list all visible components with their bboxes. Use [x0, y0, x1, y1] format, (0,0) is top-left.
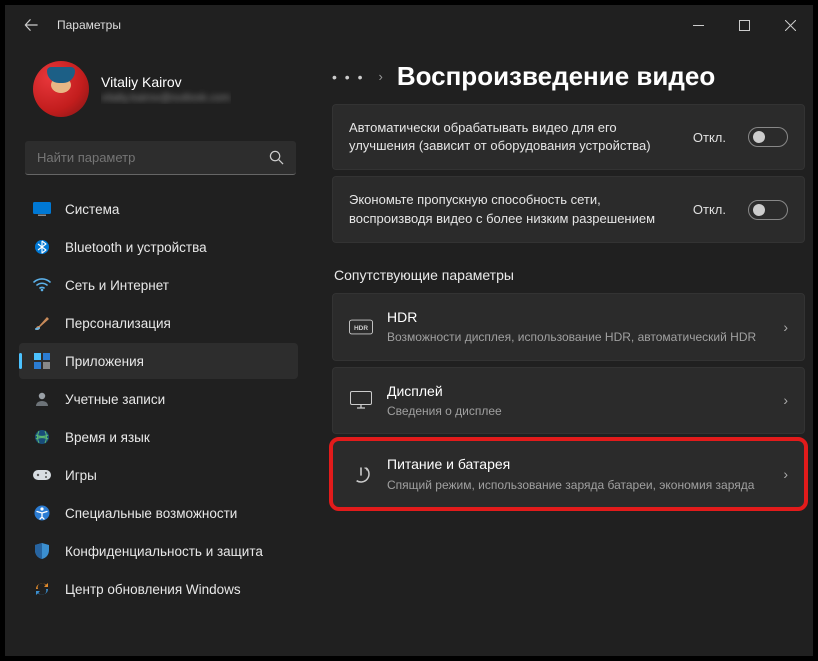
- sidebar-item-network[interactable]: Сеть и Интернет: [19, 267, 298, 303]
- bluetooth-icon: [33, 238, 51, 256]
- breadcrumb: • • • › Воспроизведение видео: [332, 61, 805, 92]
- titlebar: Параметры: [5, 5, 813, 45]
- sidebar-item-label: Персонализация: [65, 316, 171, 331]
- related-settings-heading: Сопутствующие параметры: [334, 267, 805, 283]
- chevron-right-icon: ›: [783, 319, 788, 335]
- sidebar-item-gaming[interactable]: Игры: [19, 457, 298, 493]
- sidebar-item-windows-update[interactable]: Центр обновления Windows: [19, 571, 298, 607]
- sidebar-item-label: Учетные записи: [65, 392, 165, 407]
- sidebar-item-accounts[interactable]: Учетные записи: [19, 381, 298, 417]
- related-item-title: Питание и батарея: [387, 455, 769, 475]
- related-item-subtitle: Сведения о дисплее: [387, 403, 769, 419]
- sidebar-item-bluetooth[interactable]: Bluetooth и устройства: [19, 229, 298, 265]
- sidebar: Vitaliy Kairov vitaliy.kairov@outlook.co…: [5, 45, 310, 656]
- search-box[interactable]: [25, 141, 296, 175]
- minimize-button[interactable]: [675, 5, 721, 45]
- sidebar-item-system[interactable]: Система: [19, 191, 298, 227]
- apps-icon: [33, 352, 51, 370]
- close-icon: [785, 20, 796, 31]
- toggle-state-label: Откл.: [693, 130, 726, 145]
- display-icon: [33, 200, 51, 218]
- related-display[interactable]: Дисплей Сведения о дисплее ›: [332, 367, 805, 435]
- shield-icon: [33, 542, 51, 560]
- search-icon: [269, 150, 284, 165]
- close-button[interactable]: [767, 5, 813, 45]
- maximize-button[interactable]: [721, 5, 767, 45]
- sidebar-item-label: Bluetooth и устройства: [65, 240, 207, 255]
- sidebar-item-label: Сеть и Интернет: [65, 278, 169, 293]
- chevron-right-icon: ›: [378, 69, 382, 84]
- back-button[interactable]: [21, 15, 41, 35]
- related-power-battery[interactable]: Питание и батарея Спящий режим, использо…: [332, 440, 805, 508]
- user-profile[interactable]: Vitaliy Kairov vitaliy.kairov@outlook.co…: [5, 53, 310, 133]
- arrow-left-icon: [24, 18, 38, 32]
- related-item-subtitle: Возможности дисплея, использование HDR, …: [387, 329, 769, 345]
- chevron-right-icon: ›: [783, 466, 788, 482]
- setting-low-res-video: Экономьте пропускную способность сети, в…: [332, 176, 805, 242]
- sidebar-item-personalization[interactable]: Персонализация: [19, 305, 298, 341]
- wifi-icon: [33, 276, 51, 294]
- setting-auto-enhance-video: Автоматически обрабатывать видео для его…: [332, 104, 805, 170]
- hdr-icon: HDR: [349, 315, 373, 339]
- search-input[interactable]: [37, 150, 269, 165]
- sidebar-item-label: Центр обновления Windows: [65, 582, 241, 597]
- avatar: [33, 61, 89, 117]
- breadcrumb-overflow[interactable]: • • •: [332, 69, 364, 85]
- main-content[interactable]: • • • › Воспроизведение видео Автоматиче…: [310, 45, 813, 656]
- gamepad-icon: [33, 466, 51, 484]
- brush-icon: [33, 314, 51, 332]
- sidebar-item-privacy[interactable]: Конфиденциальность и защита: [19, 533, 298, 569]
- power-icon: [349, 462, 373, 486]
- setting-label: Экономьте пропускную способность сети, в…: [349, 191, 679, 227]
- highlight-frame: Питание и батарея Спящий режим, использо…: [332, 440, 805, 508]
- related-hdr[interactable]: HDR HDR Возможности дисплея, использован…: [332, 293, 805, 361]
- related-item-title: Дисплей: [387, 382, 769, 402]
- settings-window: Параметры Vitaliy Kairov vitaliy.kairov@…: [5, 5, 813, 656]
- sidebar-item-accessibility[interactable]: Специальные возможности: [19, 495, 298, 531]
- update-icon: [33, 580, 51, 598]
- window-controls: [675, 5, 813, 45]
- minimize-icon: [693, 20, 704, 31]
- user-name: Vitaliy Kairov: [101, 74, 231, 90]
- maximize-icon: [739, 20, 750, 31]
- user-email: vitaliy.kairov@outlook.com: [101, 92, 231, 104]
- page-title: Воспроизведение видео: [397, 61, 715, 92]
- toggle-state-label: Откл.: [693, 202, 726, 217]
- sidebar-item-label: Приложения: [65, 354, 144, 369]
- setting-label: Автоматически обрабатывать видео для его…: [349, 119, 679, 155]
- accessibility-icon: [33, 504, 51, 522]
- sidebar-item-label: Игры: [65, 468, 97, 483]
- toggle-switch[interactable]: [748, 200, 788, 220]
- person-icon: [33, 390, 51, 408]
- sidebar-item-apps[interactable]: Приложения: [19, 343, 298, 379]
- chevron-right-icon: ›: [783, 392, 788, 408]
- sidebar-item-label: Специальные возможности: [65, 506, 237, 521]
- sidebar-item-label: Конфиденциальность и защита: [65, 544, 263, 559]
- related-item-title: HDR: [387, 308, 769, 328]
- sidebar-item-label: Система: [65, 202, 119, 217]
- related-item-subtitle: Спящий режим, использование заряда батар…: [387, 477, 769, 493]
- monitor-icon: [349, 388, 373, 412]
- sidebar-item-time-language[interactable]: Время и язык: [19, 419, 298, 455]
- window-title: Параметры: [57, 18, 121, 32]
- sidebar-item-label: Время и язык: [65, 430, 150, 445]
- globe-icon: [33, 428, 51, 446]
- toggle-switch[interactable]: [748, 127, 788, 147]
- nav-list[interactable]: Система Bluetooth и устройства Сеть и Ин…: [5, 189, 310, 656]
- svg-text:HDR: HDR: [354, 324, 368, 331]
